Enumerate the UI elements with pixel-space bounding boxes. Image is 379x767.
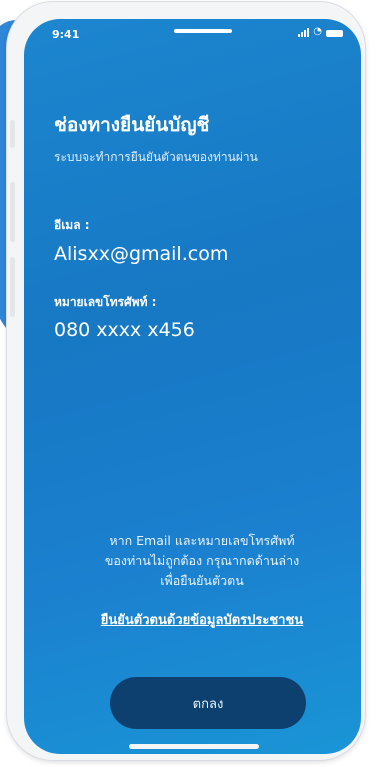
page-title: ช่องทางยืนยันบัญชี bbox=[54, 114, 210, 136]
help-note-line: ของท่านไม่ถูกต้อง กรุณากดด้านล่าง bbox=[104, 553, 300, 568]
status-bar: 9:41 ◔ bbox=[24, 19, 361, 53]
status-time: 9:41 bbox=[52, 28, 80, 41]
phone-screen: 9:41 ◔ ช่องทางยืนยันบัญชี ระบบจะทำการยืน… bbox=[24, 19, 361, 754]
side-button bbox=[10, 257, 15, 317]
help-note: หาก Email และหมายเลขโทรศัพท์ ของท่านไม่ถ… bbox=[54, 531, 350, 591]
home-indicator bbox=[129, 744, 259, 749]
page-subtitle: ระบบจะทำการยืนยันตัวตนของท่านผ่าน bbox=[54, 150, 258, 164]
help-note-line: เพื่อยืนยันตัวตน bbox=[160, 573, 244, 588]
signal-icon bbox=[298, 27, 310, 37]
verify-with-id-card-link[interactable]: ยืนยันตัวตนด้วยข้อมูลบัตรประชาชน bbox=[54, 609, 350, 630]
status-icons: ◔ bbox=[298, 27, 343, 37]
side-button bbox=[10, 120, 15, 148]
email-label: อีเมล : bbox=[54, 218, 90, 232]
notch-indicator bbox=[174, 29, 232, 33]
phone-value: 080 xxxx x456 bbox=[54, 319, 195, 341]
wifi-icon: ◔ bbox=[313, 26, 322, 37]
side-button bbox=[10, 182, 15, 242]
ok-button[interactable]: ตกลง bbox=[110, 677, 306, 729]
help-note-line: หาก Email และหมายเลขโทรศัพท์ bbox=[109, 533, 295, 548]
page: 9:41 ◔ ช่องทางยืนยันบัญชี ระบบจะทำการยืน… bbox=[0, 0, 379, 767]
email-value: Alisxx@gmail.com bbox=[54, 243, 229, 265]
phone-label: หมายเลขโทรศัพท์ : bbox=[54, 295, 157, 309]
phone-frame: 9:41 ◔ ช่องทางยืนยันบัญชี ระบบจะทำการยืน… bbox=[7, 2, 365, 760]
battery-icon bbox=[326, 30, 343, 37]
